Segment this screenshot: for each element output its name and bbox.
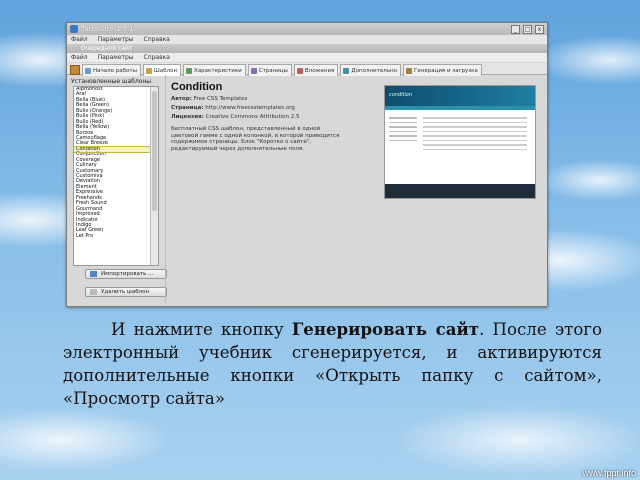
preview-logo: condition — [389, 92, 413, 98]
template-license: Лицензия: Creative Commons Attribution 2… — [171, 114, 381, 120]
tab-template[interactable]: Шаблон — [142, 64, 182, 76]
extra-icon — [343, 67, 350, 74]
template-preview: condition — [384, 85, 536, 199]
scrollbar-thumb[interactable] — [152, 91, 157, 211]
template-source: Страница: http://www.freecsstemplates.or… — [171, 105, 381, 111]
tab-label: Вложения — [304, 67, 335, 74]
tab-attachments[interactable]: Вложения — [293, 64, 339, 76]
folder-icon — [90, 271, 97, 277]
maximize-button[interactable]: □ — [523, 25, 532, 34]
splitter[interactable] — [165, 75, 166, 303]
attachment-icon — [296, 67, 303, 74]
tab-start[interactable]: Начало работы — [82, 64, 141, 76]
home-icon — [85, 67, 91, 74]
window-title: TurboSite 1.7.1 — [81, 25, 134, 33]
tab-label: Страницы — [258, 67, 288, 74]
template-list-item[interactable]: Let Pro — [74, 233, 158, 239]
window-controls: _ □ x — [511, 25, 544, 34]
toolbox-icon[interactable] — [70, 65, 80, 75]
source-label: Страница: — [171, 105, 204, 111]
menu-file[interactable]: Файл — [71, 35, 88, 44]
tab-label: Шаблон — [153, 67, 178, 74]
tab-label: Характеристики — [194, 67, 242, 74]
preview-body — [385, 110, 535, 180]
app-window: TurboSite 1.7.1 _ □ x Файл Параметры Спр… — [66, 22, 548, 307]
tab-pages[interactable]: Страницы — [247, 64, 292, 76]
tab-label: Начало работы — [93, 67, 137, 74]
inner-menu-file[interactable]: Файл — [71, 53, 88, 62]
caption-part: И нажмите кнопку — [111, 320, 292, 339]
project-title: Очередной сайт — [81, 45, 133, 52]
template-description: Бесплатный CSS шаблон, представленный в … — [171, 126, 340, 152]
list-scrollbar[interactable] — [150, 87, 158, 265]
minimize-button[interactable]: _ — [511, 25, 520, 34]
inner-menu-bar: Файл Параметры Справка — [67, 53, 547, 62]
license-label: Лицензия: — [171, 114, 204, 120]
template-info: Condition Автор: Free CSS Templates Стра… — [171, 81, 381, 152]
caption-highlight: Генерировать сайт — [291, 319, 480, 339]
preview-header: condition — [385, 86, 535, 106]
license-value: Creative Commons Attribution 2.5 — [205, 114, 300, 120]
caption-text: И нажмите кнопку Генерировать сайт. Посл… — [63, 318, 602, 410]
inner-title-bar: Очередной сайт — [67, 44, 547, 53]
inner-menu-settings[interactable]: Параметры — [98, 53, 134, 62]
delete-icon — [90, 289, 97, 295]
delete-template-button[interactable]: Удалить шаблон — [85, 287, 167, 297]
preview-content — [423, 114, 527, 153]
preview-sidebar — [389, 114, 417, 144]
template-name: Condition — [171, 81, 223, 93]
inner-menu-help[interactable]: Справка — [144, 53, 170, 62]
author-label: Автор: — [171, 96, 192, 102]
author-value: Free CSS Templates — [193, 96, 248, 102]
close-button[interactable]: x — [535, 25, 544, 34]
button-label: Импортировать ... — [101, 271, 154, 277]
menu-bar: Файл Параметры Справка — [67, 35, 547, 44]
tab-properties[interactable]: Характеристики — [183, 64, 246, 76]
pages-icon — [250, 67, 257, 74]
footer-watermark: www.fppt.info — [582, 468, 636, 478]
menu-settings[interactable]: Параметры — [98, 35, 134, 44]
button-label: Удалить шаблон — [101, 289, 150, 295]
tab-generate[interactable]: Генерация и загрузка — [403, 64, 482, 76]
templates-heading: Установленные шаблоны — [71, 78, 151, 85]
title-bar[interactable]: TurboSite 1.7.1 _ □ x — [67, 23, 547, 35]
tab-label: Генерация и загрузка — [414, 67, 478, 74]
tab-bar: Начало работы Шаблон Характеристики Стра… — [67, 63, 547, 76]
brush-icon — [145, 67, 152, 74]
app-icon — [70, 25, 78, 33]
import-template-button[interactable]: Импортировать ... — [85, 269, 167, 279]
generate-icon — [406, 67, 413, 74]
tab-extra[interactable]: Дополнительно — [340, 64, 402, 76]
source-link[interactable]: http://www.freecsstemplates.org — [205, 105, 295, 111]
template-author: Автор: Free CSS Templates — [171, 96, 381, 102]
tab-label: Дополнительно — [351, 67, 398, 74]
menu-help[interactable]: Справка — [144, 35, 170, 44]
properties-icon — [186, 67, 193, 74]
template-list[interactable]: Alpmohost Aral Bella (Blue) Bella (Green) Bu… — [73, 86, 159, 266]
preview-footer — [385, 184, 535, 198]
